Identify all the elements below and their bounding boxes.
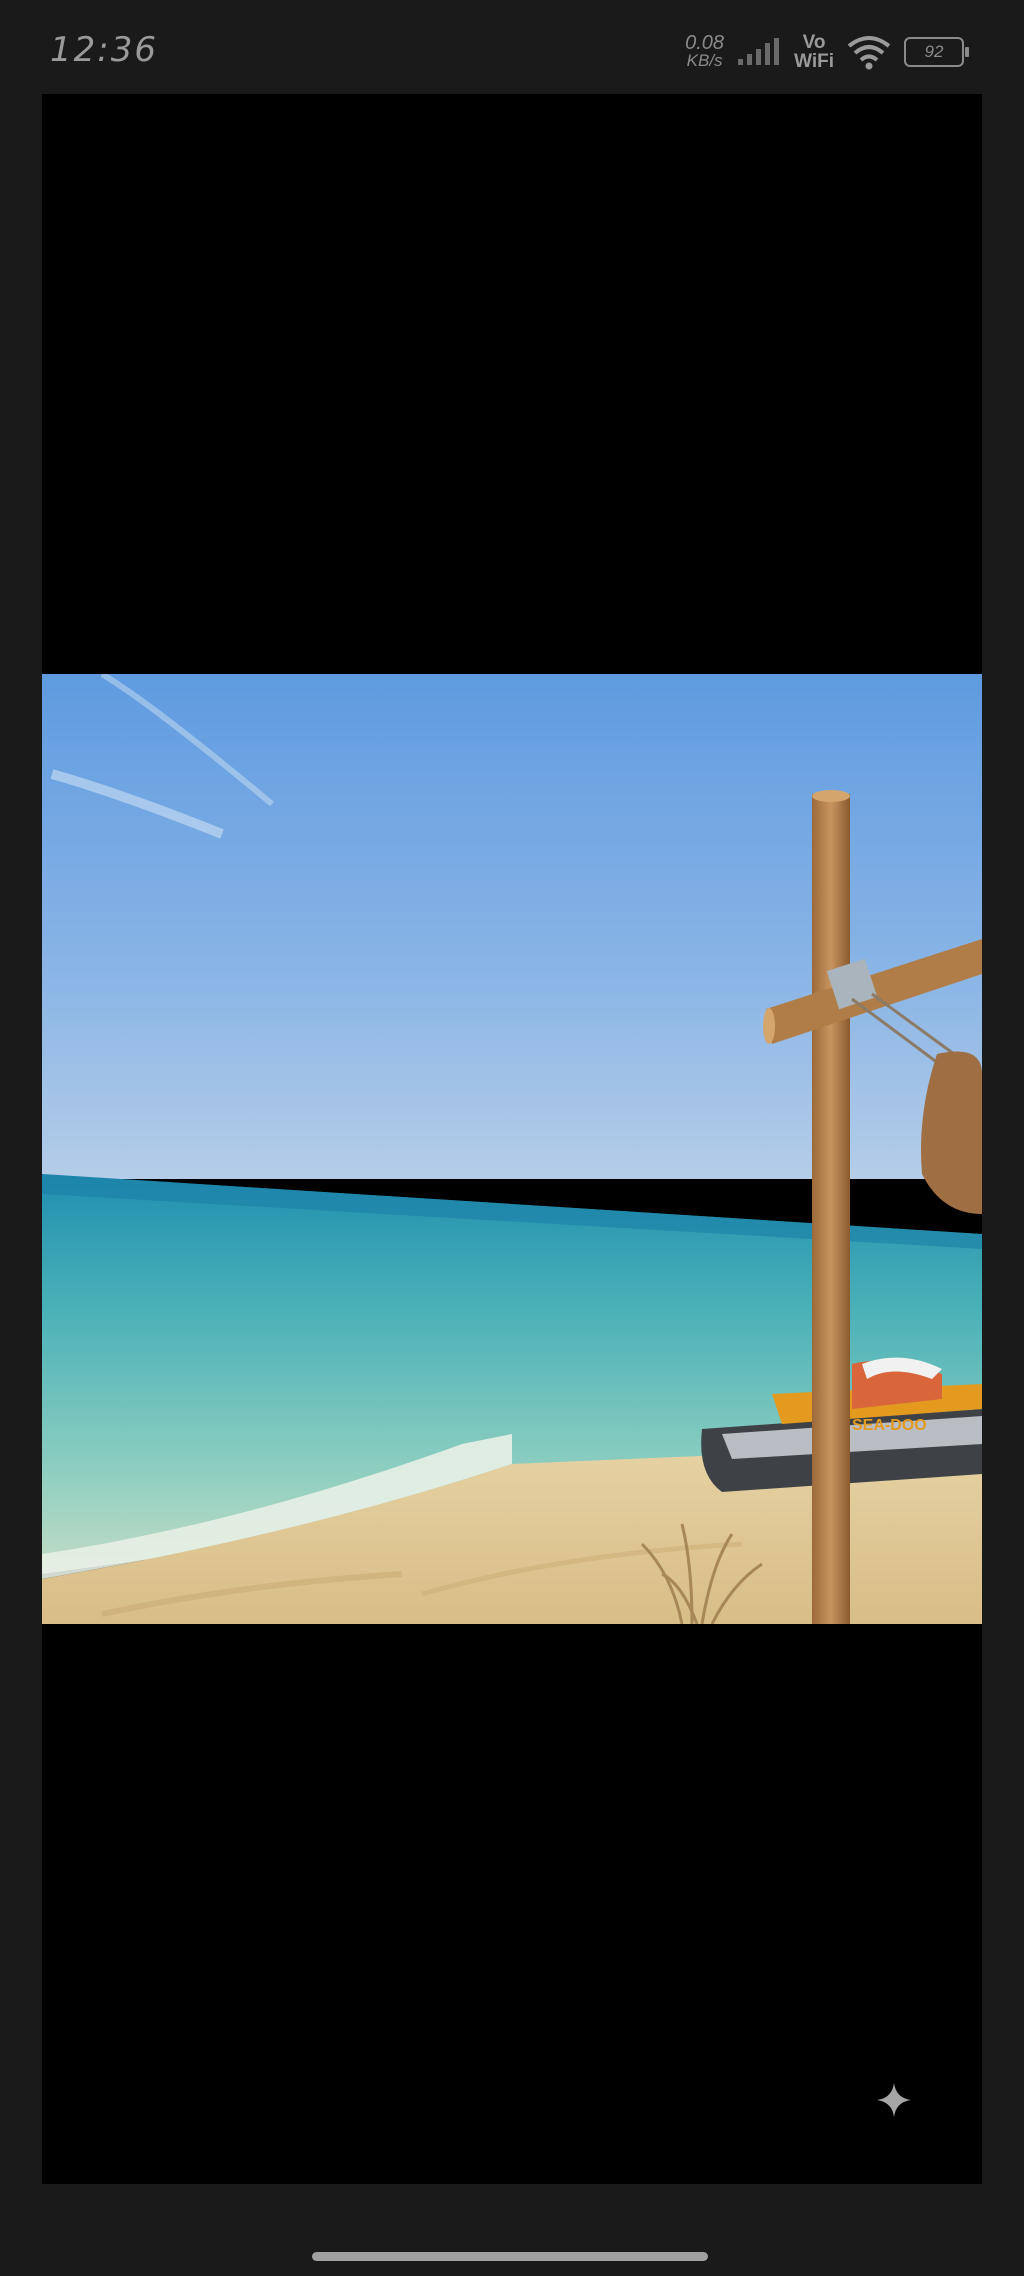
battery-icon: 92 <box>904 37 969 67</box>
image-viewer[interactable]: SEA-DOO <box>42 94 982 2184</box>
battery-level: 92 <box>924 42 944 61</box>
vowifi-indicator: Vo WiFi <box>794 33 834 71</box>
status-bar: 12:36 0.08 KB/s Vo WiFi 92 <box>0 0 1024 95</box>
status-indicators: 0.08 KB/s Vo WiFi 92 <box>685 28 969 76</box>
home-indicator[interactable] <box>312 2252 708 2261</box>
vowifi-bottom: WiFi <box>794 51 834 72</box>
vowifi-top: Vo <box>802 32 826 53</box>
status-time: 12:36 <box>50 30 158 70</box>
beach-photo-image: SEA-DOO <box>42 674 982 1624</box>
network-speed-value: 0.08 <box>685 32 725 54</box>
sparkle-icon[interactable] <box>876 2082 912 2118</box>
network-speed-unit: KB/s <box>686 51 723 70</box>
signal-icon <box>738 38 780 65</box>
jet-ski-brand: SEA-DOO <box>852 1417 927 1434</box>
beach-photo[interactable]: SEA-DOO <box>42 674 982 1624</box>
network-speed: 0.08 KB/s <box>685 32 725 70</box>
wifi-icon <box>847 36 891 70</box>
